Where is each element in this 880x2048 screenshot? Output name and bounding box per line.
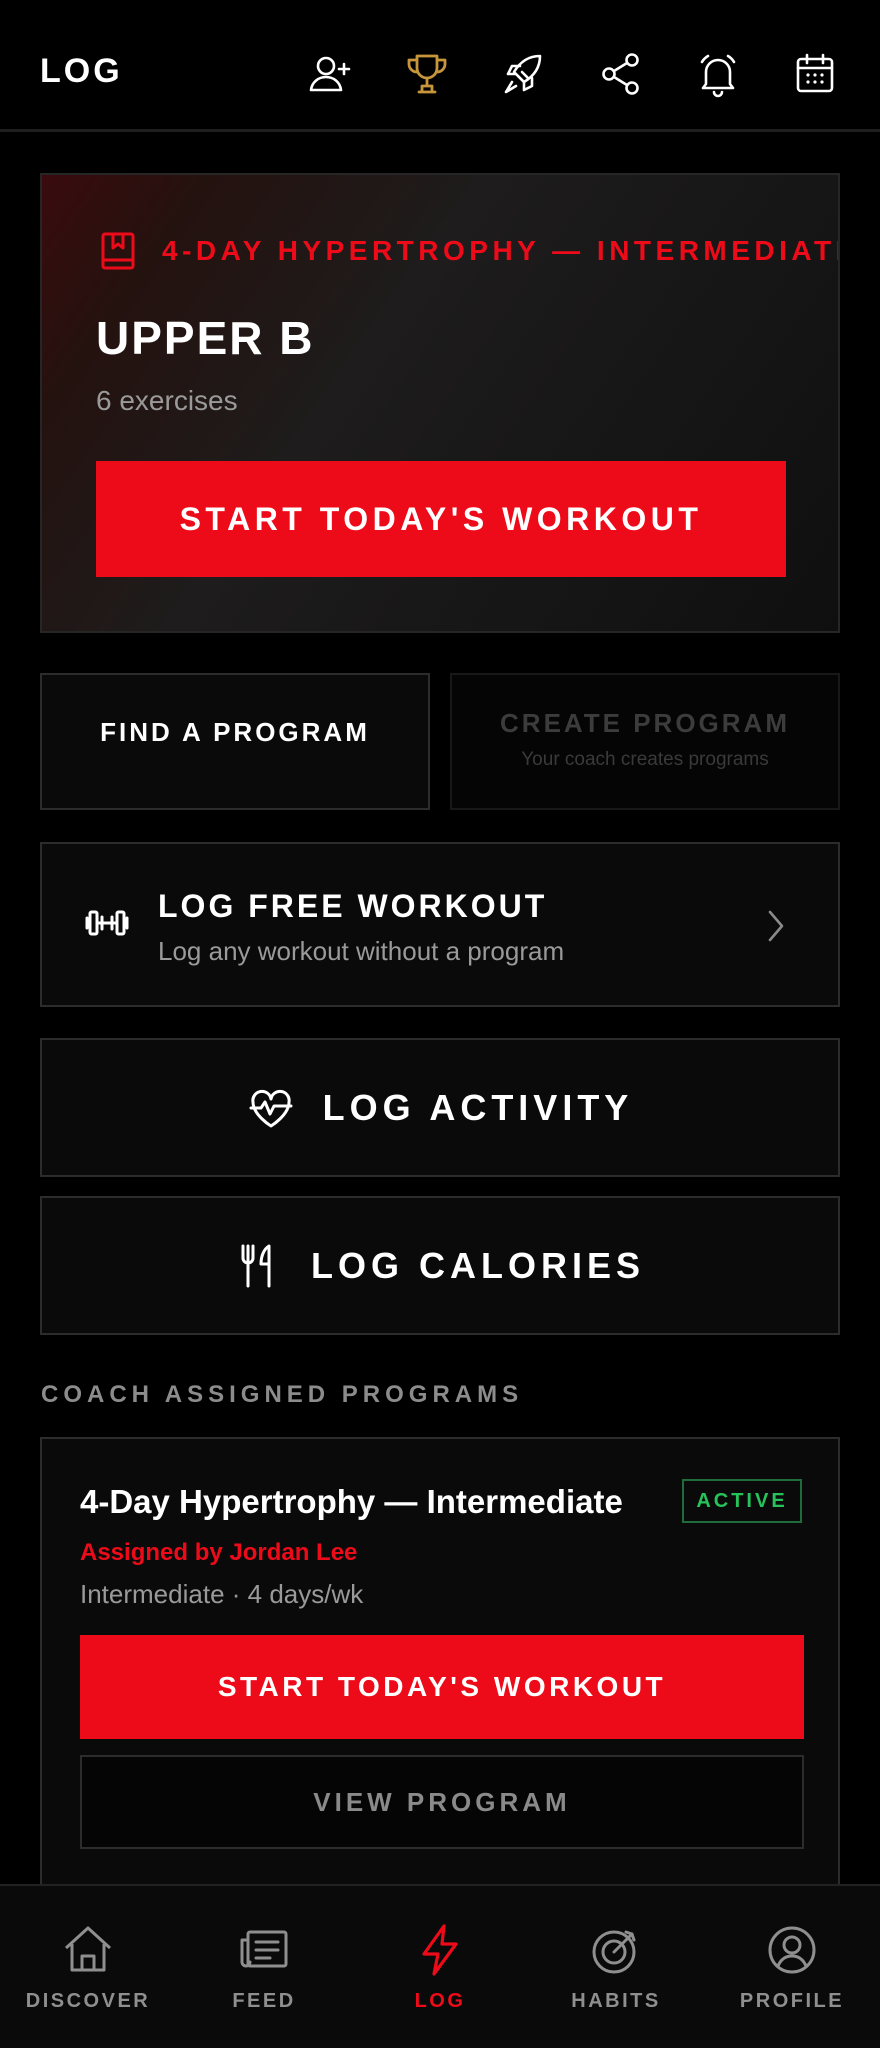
- assigned-by: Assigned by Jordan Lee: [80, 1539, 358, 1566]
- book-icon: [100, 231, 136, 271]
- coach-program-title: 4-Day Hypertrophy — Intermediate: [80, 1483, 623, 1520]
- nav-label: HABITS: [571, 1990, 661, 2012]
- rocket-icon[interactable]: [500, 50, 548, 98]
- exercise-count: 6 exercises: [96, 385, 238, 416]
- share-icon[interactable]: [597, 50, 645, 98]
- log-free-workout-row[interactable]: LOG FREE WORKOUT Log any workout without…: [40, 842, 840, 1007]
- nav-label: LOG: [414, 1990, 466, 2012]
- log-calories-button[interactable]: LOG CALORIES: [40, 1196, 840, 1335]
- chevron-right-icon: [762, 906, 790, 946]
- nav-item-feed[interactable]: FEED: [176, 1886, 352, 2048]
- log-activity-label: LOG ACTIVITY: [322, 1086, 634, 1128]
- nav-item-log[interactable]: LOG: [352, 1886, 528, 2048]
- create-program-note: Your coach creates programs: [521, 749, 769, 770]
- fork-knife-icon: [235, 1242, 283, 1290]
- dumbbell-icon: [84, 900, 130, 946]
- program-name: 4-DAY HYPERTROPHY — INTERMEDIATE: [162, 235, 840, 266]
- coach-start-workout-button[interactable]: START TODAY'S WORKOUT: [80, 1635, 804, 1739]
- log-calories-label: LOG CALORIES: [310, 1244, 645, 1286]
- bell-icon[interactable]: [694, 50, 742, 98]
- log-activity-button[interactable]: LOG ACTIVITY: [40, 1038, 840, 1177]
- nav-label: FEED: [232, 1990, 296, 2012]
- target-icon: [588, 1922, 644, 1978]
- todays-workout-card: 4-DAY HYPERTROPHY — INTERMEDIATE UPPER B…: [40, 173, 840, 633]
- heart-pulse-icon: [247, 1084, 295, 1132]
- page-title: LOG: [40, 52, 123, 90]
- nav-item-discover[interactable]: DISCOVER: [0, 1886, 176, 2048]
- find-program-label: FIND A PROGRAM: [100, 717, 370, 747]
- find-program-button[interactable]: FIND A PROGRAM: [40, 673, 430, 810]
- view-program-button[interactable]: VIEW PROGRAM: [80, 1755, 804, 1849]
- trophy-icon[interactable]: [403, 50, 451, 98]
- add-user-icon[interactable]: [306, 50, 354, 98]
- nav-item-profile[interactable]: PROFILE: [704, 1886, 880, 2048]
- nav-item-habits[interactable]: HABITS: [528, 1886, 704, 2048]
- nav-label: DISCOVER: [25, 1990, 151, 2012]
- profile-icon: [764, 1922, 820, 1978]
- nav-label: PROFILE: [739, 1990, 845, 2012]
- bottom-nav: DISCOVER FEED LOG HABITS PROFILE: [0, 1884, 880, 2048]
- program-meta: Intermediate · 4 days/wk: [80, 1579, 364, 1609]
- start-workout-button[interactable]: START TODAY'S WORKOUT: [96, 461, 786, 577]
- log-screen: LOG 4-DAY HYPERTROPHY — INTERMEDIATE UPP…: [0, 0, 880, 2048]
- create-program-button: CREATE PROGRAM Your coach creates progra…: [450, 673, 840, 810]
- calendar-icon[interactable]: [791, 50, 839, 98]
- coach-program-card: 4-Day Hypertrophy — Intermediate ACTIVE …: [40, 1437, 840, 1897]
- newspaper-icon: [236, 1922, 292, 1978]
- status-badge: ACTIVE: [682, 1479, 802, 1523]
- workout-title: UPPER B: [96, 312, 315, 364]
- home-icon: [60, 1922, 116, 1978]
- top-bar: LOG: [0, 0, 880, 132]
- create-program-label: CREATE PROGRAM: [500, 708, 790, 738]
- free-workout-subtitle: Log any workout without a program: [158, 936, 565, 966]
- section-heading: COACH ASSIGNED PROGRAMS: [41, 1381, 524, 1408]
- lightning-icon: [412, 1922, 468, 1978]
- free-workout-title: LOG FREE WORKOUT: [158, 888, 548, 924]
